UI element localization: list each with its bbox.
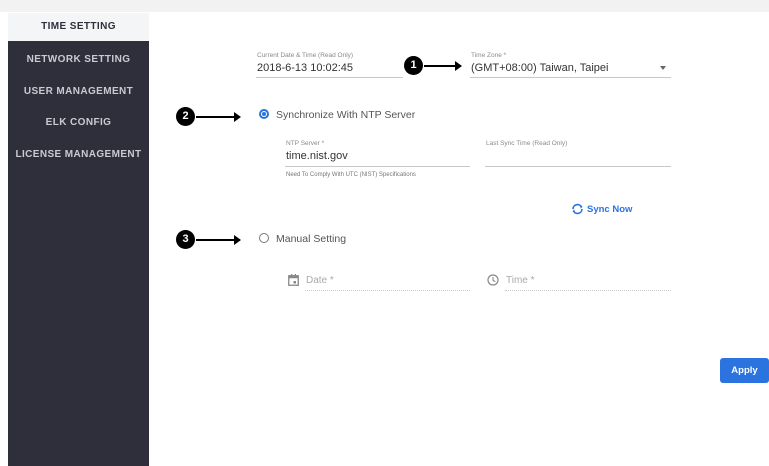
ntp-server-input[interactable]: time.nist.gov: [286, 150, 348, 162]
ntp-hint: Need To Comply With UTC (NIST) Specifica…: [286, 172, 416, 178]
sidebar-item-user-management[interactable]: USER MANAGEMENT: [8, 84, 149, 100]
sidebar-item-elk-config[interactable]: ELK CONFIG: [8, 115, 149, 131]
datetime-value: 2018-6-13 10:02:45: [257, 62, 354, 74]
sync-icon: [572, 203, 583, 215]
ntp-server-label: NTP Server *: [286, 140, 325, 147]
sidebar-item-time-setting[interactable]: TIME SETTING: [8, 13, 149, 41]
date-underline: [305, 290, 470, 291]
sidebar: TIME SETTING NETWORK SETTING USER MANAGE…: [8, 13, 149, 466]
dropdown-arrow-icon[interactable]: [660, 66, 666, 70]
time-underline: [505, 290, 671, 291]
last-sync-label: Last Sync Time (Read Only): [486, 140, 568, 147]
callout-arrow-2: [196, 112, 241, 122]
date-input[interactable]: Date *: [306, 275, 334, 286]
sidebar-item-license-management[interactable]: LICENSE MANAGEMENT: [8, 147, 149, 163]
clock-icon: [487, 274, 499, 286]
top-bar: [0, 0, 769, 12]
ntp-radio-label[interactable]: Synchronize With NTP Server: [276, 109, 415, 121]
sidebar-item-network-setting[interactable]: NETWORK SETTING: [8, 52, 149, 68]
datetime-underline: [256, 77, 403, 78]
datetime-label: Current Date & Time (Read Only): [257, 52, 354, 59]
timezone-select[interactable]: (GMT+08:00) Taiwan, Taipei: [471, 62, 608, 74]
sync-now-button[interactable]: Sync Now: [572, 203, 633, 215]
manual-radio[interactable]: [259, 233, 269, 243]
apply-button[interactable]: Apply: [720, 358, 769, 383]
callout-arrow-3: [196, 235, 241, 245]
ntp-server-underline: [285, 166, 470, 167]
timezone-label: Time Zone *: [471, 52, 507, 59]
last-sync-underline: [485, 166, 671, 167]
sync-now-label: Sync Now: [587, 204, 633, 215]
time-input[interactable]: Time *: [506, 275, 535, 286]
callout-marker-3: 3: [176, 230, 195, 249]
calendar-icon: [288, 274, 299, 286]
manual-radio-label[interactable]: Manual Setting: [276, 233, 346, 245]
timezone-underline: [470, 77, 671, 78]
callout-marker-1: 1: [404, 56, 423, 75]
ntp-radio[interactable]: [259, 109, 269, 119]
callout-marker-2: 2: [176, 107, 195, 126]
callout-arrow-1: [424, 61, 462, 71]
